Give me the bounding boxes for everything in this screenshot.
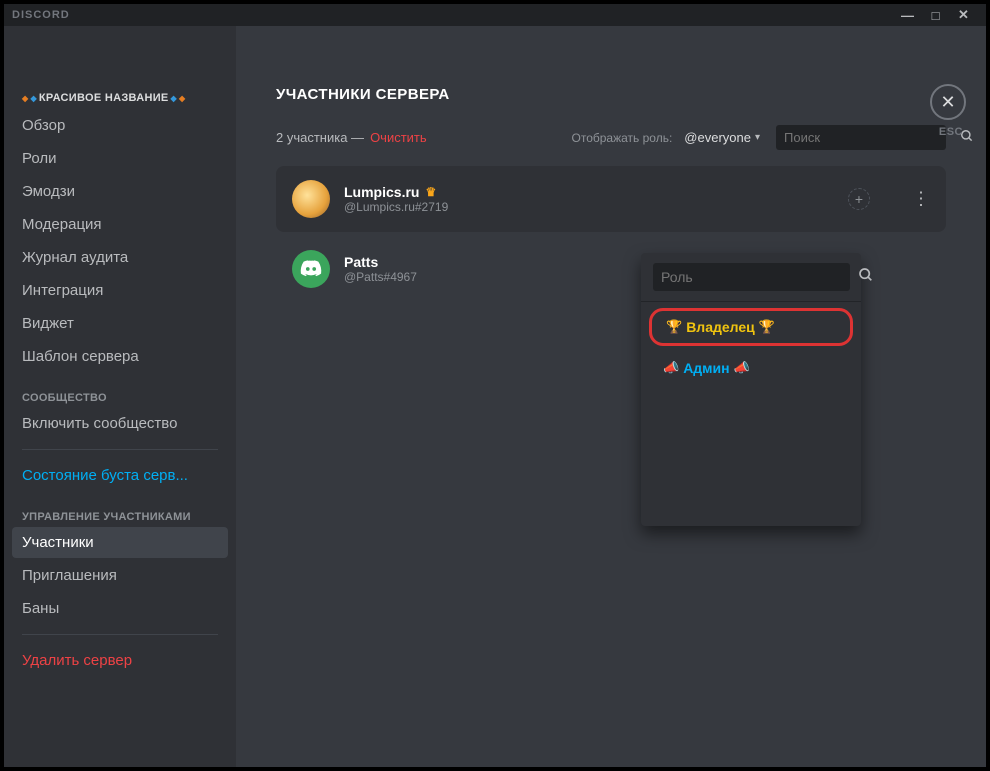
avatar (292, 250, 330, 288)
sidebar-item-audit-log[interactable]: Журнал аудита (12, 242, 228, 273)
role-label: Владелец (686, 319, 755, 335)
sidebar-item-delete-server[interactable]: Удалить сервер (12, 645, 228, 676)
subheader: 2 участника — Очистить Отображать роль: … (276, 125, 946, 150)
sidebar-item-overview[interactable]: Обзор (12, 110, 228, 141)
role-popout: 🏆 Владелец 🏆 📣 Админ 📣 (641, 253, 861, 526)
member-search-input[interactable] (784, 130, 960, 145)
server-name-text: КРАСИВОЕ НАЗВАНИЕ (39, 92, 169, 104)
chevron-down-icon: ▾ (755, 132, 760, 143)
sidebar-item-template[interactable]: Шаблон сервера (12, 341, 228, 372)
sidebar-item-emoji[interactable]: Эмодзи (12, 176, 228, 207)
megaphone-icon: 📣 (663, 360, 679, 376)
member-search-box[interactable] (776, 125, 946, 150)
role-search-box (641, 253, 861, 302)
window-close-button[interactable]: ✕ (950, 7, 978, 23)
member-name: Lumpics.ru (344, 184, 419, 200)
avatar (292, 180, 330, 218)
diamond-icon: ◆ (171, 94, 177, 103)
sidebar-item-boost-status[interactable]: Состояние буста серв... (12, 460, 228, 491)
role-label: Админ (683, 360, 729, 376)
sidebar-item-enable-community[interactable]: Включить сообщество (12, 408, 228, 439)
close-label: ESC (939, 126, 963, 138)
sidebar-item-integration[interactable]: Интеграция (12, 275, 228, 306)
titlebar: DISCORD — □ ✕ (4, 4, 986, 26)
app-name: DISCORD (12, 9, 70, 21)
role-option-admin[interactable]: 📣 Админ 📣 (649, 352, 853, 384)
role-filter-label: Отображать роль: (572, 131, 673, 145)
role-option-owner[interactable]: 🏆 Владелец 🏆 (649, 308, 853, 346)
sidebar-item-roles[interactable]: Роли (12, 143, 228, 174)
megaphone-icon: 📣 (734, 360, 750, 376)
sidebar-item-members[interactable]: Участники (12, 527, 228, 558)
main-content: ✕ ESC УЧАСТНИКИ СЕРВЕРА 2 участника — Оч… (236, 26, 986, 767)
divider (22, 449, 218, 450)
diamond-icon: ◆ (30, 94, 36, 103)
window-minimize-button[interactable]: — (894, 8, 922, 23)
role-filter-dropdown[interactable]: @everyone ▾ (684, 130, 760, 145)
diamond-icon: ◆ (22, 94, 28, 103)
member-name: Patts (344, 254, 378, 270)
window-maximize-button[interactable]: □ (922, 8, 950, 23)
close-icon: ✕ (940, 92, 955, 113)
sidebar-item-bans[interactable]: Баны (12, 593, 228, 624)
clear-button[interactable]: Очистить (370, 130, 427, 145)
diamond-icon: ◆ (179, 94, 185, 103)
page-title: УЧАСТНИКИ СЕРВЕРА (276, 86, 946, 103)
section-members-mgmt: УПРАВЛЕНИЕ УЧАСТНИКАМИ (12, 493, 228, 527)
member-card[interactable]: Lumpics.ru ♛ @Lumpics.ru#2719 + ⋮ (276, 166, 946, 232)
server-name-header: ◆ ◆ КРАСИВОЕ НАЗВАНИЕ ◆ ◆ (12, 86, 228, 110)
search-icon (858, 267, 874, 288)
close-button[interactable]: ✕ (930, 84, 966, 120)
crown-icon: ♛ (425, 185, 436, 199)
plus-icon: + (855, 191, 863, 207)
add-role-button[interactable]: + (848, 188, 870, 210)
section-community: СООБЩЕСТВО (12, 374, 228, 408)
trophy-icon: 🏆 (666, 319, 682, 335)
settings-sidebar: ◆ ◆ КРАСИВОЕ НАЗВАНИЕ ◆ ◆ Обзор Роли Эмо… (4, 26, 236, 767)
overflow-menu-button[interactable]: ⋮ (912, 189, 930, 210)
role-search-input[interactable] (653, 263, 850, 291)
member-count: 2 участника — (276, 130, 364, 145)
sidebar-item-invites[interactable]: Приглашения (12, 560, 228, 591)
trophy-icon: 🏆 (759, 319, 775, 335)
divider (22, 634, 218, 635)
sidebar-item-moderation[interactable]: Модерация (12, 209, 228, 240)
dots-vertical-icon: ⋮ (912, 189, 930, 209)
sidebar-item-widget[interactable]: Виджет (12, 308, 228, 339)
member-tag: @Lumpics.ru#2719 (344, 200, 834, 214)
role-filter-value: @everyone (684, 130, 751, 145)
